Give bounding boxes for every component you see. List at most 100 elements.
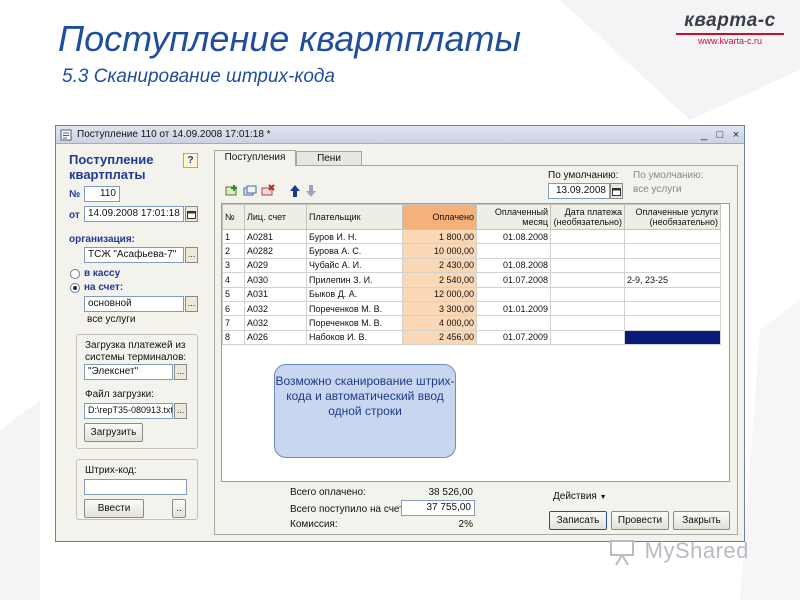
column-header-paid[interactable]: Оплачено xyxy=(402,204,477,230)
barcode-label: Штрих-код: xyxy=(85,465,137,476)
cell-paid-services-selected[interactable] xyxy=(624,329,721,346)
table-row[interactable]: 4 А030 Прилепин З. И. 2 540,00 01.07.2008 2-9… xyxy=(222,272,721,288)
cell-number: 2 xyxy=(222,243,245,259)
terminal-system-select-button[interactable]: ... xyxy=(174,364,187,380)
barcode-input[interactable] xyxy=(84,479,187,495)
copy-row-icon[interactable] xyxy=(243,184,257,198)
brand-underline xyxy=(676,33,784,35)
move-down-icon[interactable] xyxy=(305,184,317,198)
radio-cash-label: в кассу xyxy=(84,268,121,279)
barcode-more-button[interactable]: .. xyxy=(172,499,186,518)
slide-title: Поступление квартплаты xyxy=(58,18,521,59)
commission-value: 2% xyxy=(458,519,473,530)
cell-paid: 2 540,00 xyxy=(402,272,477,288)
add-row-icon[interactable] xyxy=(225,184,239,198)
post-button[interactable]: Провести xyxy=(611,511,669,530)
column-header-paid-services[interactable]: Оплаченные услуги (необязательно) xyxy=(624,204,721,230)
account-field[interactable]: основной xyxy=(84,296,184,312)
cell-number: 1 xyxy=(222,228,245,245)
terminal-system-field[interactable]: "Элекснет" xyxy=(84,364,173,380)
cell-account: А026 xyxy=(244,329,307,346)
help-button[interactable]: ? xyxy=(183,153,198,168)
minimize-button[interactable]: _ xyxy=(696,128,712,142)
table-header-row: № Лиц. счет Плательщик Оплачено Оплаченн… xyxy=(222,204,721,230)
cell-payer: Набоков И. В. xyxy=(306,329,403,346)
organization-field[interactable]: ТСЖ "Асафьева-7" xyxy=(84,247,184,263)
enter-barcode-button[interactable]: Ввести xyxy=(84,499,144,518)
save-button[interactable]: Записать xyxy=(549,511,607,530)
cell-paid-month: 01.08.2008 xyxy=(476,257,551,274)
default-services-text: все услуги xyxy=(633,184,682,195)
account-select-button[interactable]: ... xyxy=(185,296,198,312)
number-field[interactable]: 110 xyxy=(84,186,120,202)
radio-cash[interactable] xyxy=(70,269,80,279)
delete-row-icon[interactable] xyxy=(261,184,275,198)
table-row[interactable]: 3 А029 Чубайс А. И. 2 430,00 01.08.2008 xyxy=(222,257,721,274)
cell-paid-month xyxy=(476,243,551,259)
close-button[interactable]: Закрыть xyxy=(673,511,730,530)
date-label: от xyxy=(69,210,80,221)
date-field[interactable]: 14.09.2008 17:01:18 xyxy=(84,206,184,222)
cell-account: А0281 xyxy=(244,228,307,245)
column-header-number[interactable]: № xyxy=(222,204,245,230)
actions-menu[interactable]: Действия ▼ xyxy=(553,491,607,502)
cell-paid-services xyxy=(624,315,721,331)
table-row[interactable]: 6 А032 Пореченков М. В. 3 300,00 01.01.2009 xyxy=(222,300,721,317)
table-row[interactable]: 8 А026 Набоков И. В. 2 456,00 01.07.2009 xyxy=(222,329,721,346)
table-row[interactable]: 5 А031 Быков Д. А. 12 000,00 xyxy=(222,286,721,302)
default-date-field[interactable]: 13.09.2008 xyxy=(548,183,610,199)
column-header-payer[interactable]: Плательщик xyxy=(306,204,403,230)
total-paid-value: 38 526,00 xyxy=(428,487,474,498)
cell-number: 8 xyxy=(222,329,245,346)
cell-payment-date xyxy=(550,286,625,302)
close-window-button[interactable]: × xyxy=(728,128,744,142)
cell-payer: Чубайс А. И. xyxy=(306,257,403,274)
table-row[interactable]: 2 А0282 Бурова А. С. 10 000,00 xyxy=(222,243,721,259)
default-date-calendar-button[interactable] xyxy=(610,183,623,199)
cell-payer: Буров И. Н. xyxy=(306,228,403,245)
total-received-label: Всего поступило на счет: xyxy=(290,504,407,515)
brand-name: кварта-с xyxy=(684,10,776,31)
total-received-field[interactable]: 37 755,00 xyxy=(401,500,475,516)
commission-label: Комиссия: xyxy=(290,519,338,530)
maximize-button[interactable]: □ xyxy=(712,128,728,142)
cell-account: А032 xyxy=(244,300,307,317)
radio-account[interactable] xyxy=(70,283,80,293)
terminal-import-label: Загрузка платежей из системы терминалов: xyxy=(85,340,187,363)
cell-paid-services xyxy=(624,286,721,302)
move-up-icon[interactable] xyxy=(289,184,301,198)
calendar-button[interactable] xyxy=(185,206,198,222)
tab-penalties[interactable]: Пени xyxy=(296,151,362,166)
cell-paid-services xyxy=(624,257,721,274)
cell-paid: 3 300,00 xyxy=(402,300,477,317)
calendar-icon xyxy=(612,188,621,196)
total-paid-label: Всего оплачено: xyxy=(290,487,366,498)
cell-number: 4 xyxy=(222,272,245,288)
presentation-icon xyxy=(610,540,634,566)
table-row[interactable]: 7 А032 Пореченков М. В. 4 000,00 xyxy=(222,315,721,331)
cell-paid-month xyxy=(476,286,551,302)
cell-payment-date xyxy=(550,300,625,317)
column-header-account[interactable]: Лиц. счет xyxy=(244,204,307,230)
tab-receipts[interactable]: Поступления xyxy=(214,150,296,166)
cell-paid: 1 800,00 xyxy=(402,228,477,245)
column-header-paid-month[interactable]: Оплаченный месяц xyxy=(476,204,551,230)
window-title: Поступление 110 от 14.09.2008 17:01:18 * xyxy=(77,129,271,140)
organization-select-button[interactable]: ... xyxy=(185,247,198,263)
table-toolbar xyxy=(225,184,317,198)
cell-account: А030 xyxy=(244,272,307,288)
cell-paid-services xyxy=(624,243,721,259)
brand-url: www.kvarta-c.ru xyxy=(697,36,762,46)
cell-payer: Прилепин З. И. xyxy=(306,272,403,288)
column-header-payment-date[interactable]: Дата платежа (необязательно) xyxy=(550,204,625,230)
cell-paid: 2 456,00 xyxy=(402,329,477,346)
load-file-field[interactable]: D:\repT35-080913.txt xyxy=(84,403,173,419)
document-window: Поступление 110 от 14.09.2008 17:01:18 *… xyxy=(55,125,745,542)
cell-account: А0282 xyxy=(244,243,307,259)
table-row[interactable]: 1 А0281 Буров И. Н. 1 800,00 01.08.2008 xyxy=(222,228,721,245)
cell-paid-month: 01.08.2008 xyxy=(476,228,551,245)
load-file-label: Файл загрузки: xyxy=(85,389,154,400)
cell-paid: 2 430,00 xyxy=(402,257,477,274)
load-file-browse-button[interactable]: ... xyxy=(174,403,187,419)
load-button[interactable]: Загрузить xyxy=(84,423,143,442)
